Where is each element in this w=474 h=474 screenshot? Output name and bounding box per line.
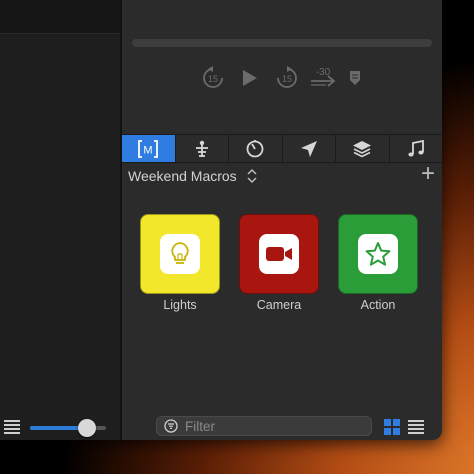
jump-arrow-icon: -30 bbox=[311, 67, 336, 87]
macro-label: Camera bbox=[256, 298, 302, 312]
svg-text:15: 15 bbox=[208, 74, 218, 84]
tab-macros[interactable]: M bbox=[122, 135, 176, 162]
marker-button[interactable] bbox=[344, 60, 366, 96]
music-note-icon bbox=[408, 139, 424, 156]
grid-view-button[interactable] bbox=[384, 419, 400, 435]
jump-back-button[interactable]: -30 bbox=[308, 60, 338, 96]
skip-back-icon: 15 bbox=[203, 66, 223, 88]
macro-tile-lights[interactable] bbox=[140, 214, 220, 294]
macro-label: Action bbox=[360, 298, 396, 312]
layers-icon bbox=[353, 140, 372, 157]
timer-icon bbox=[246, 139, 264, 157]
tab-timer[interactable] bbox=[229, 135, 283, 162]
play-button[interactable] bbox=[236, 60, 262, 96]
macro-label: Lights bbox=[163, 298, 197, 312]
tab-broadcast[interactable] bbox=[176, 135, 229, 162]
list-menu-button[interactable] bbox=[4, 420, 20, 434]
macro-item-camera[interactable]: Camera bbox=[239, 214, 319, 312]
macro-collection-title[interactable]: Weekend Macros bbox=[128, 168, 237, 184]
add-macro-button[interactable]: + bbox=[418, 162, 438, 186]
star-icon bbox=[358, 234, 398, 274]
filter-field[interactable] bbox=[156, 416, 372, 436]
filter-icon bbox=[164, 419, 178, 433]
tab-bar: M bbox=[122, 135, 442, 163]
svg-text:M: M bbox=[144, 144, 153, 156]
tab-music[interactable] bbox=[390, 135, 443, 162]
macro-item-lights[interactable]: Lights bbox=[140, 214, 220, 312]
left-pane bbox=[0, 0, 120, 440]
macro-item-action[interactable]: Action bbox=[338, 214, 418, 312]
volume-slider-knob[interactable] bbox=[78, 419, 96, 437]
filter-input[interactable] bbox=[185, 418, 365, 434]
video-camera-icon bbox=[259, 234, 299, 274]
lightbulb-icon bbox=[160, 234, 200, 274]
broadcast-tower-icon bbox=[195, 140, 208, 157]
app-window: 15 15 -30 M Weekend Macros + Lights Came… bbox=[0, 0, 442, 440]
skip-back-button[interactable]: 15 bbox=[198, 60, 228, 96]
left-bottom-bar bbox=[0, 412, 120, 440]
macro-bracket-icon: M bbox=[138, 139, 159, 158]
updown-chevron-icon[interactable] bbox=[246, 167, 258, 185]
macro-tile-action[interactable] bbox=[338, 214, 418, 294]
skip-forward-icon: 15 bbox=[277, 66, 297, 88]
skip-forward-button[interactable]: 15 bbox=[272, 60, 302, 96]
location-arrow-icon bbox=[300, 140, 317, 157]
macro-tile-camera[interactable] bbox=[239, 214, 319, 294]
bottom-toolbar bbox=[122, 412, 442, 440]
left-toolbar bbox=[0, 0, 120, 34]
macro-collection-header: Weekend Macros + bbox=[128, 162, 438, 188]
play-icon bbox=[243, 70, 257, 86]
svg-text:15: 15 bbox=[282, 74, 292, 84]
shield-marker-icon bbox=[350, 71, 360, 85]
playback-progress-bar[interactable] bbox=[132, 39, 432, 47]
list-view-button[interactable] bbox=[408, 420, 424, 434]
transport-controls: 15 15 -30 bbox=[122, 60, 442, 100]
tab-layers[interactable] bbox=[336, 135, 390, 162]
volume-slider[interactable] bbox=[30, 419, 106, 437]
tab-location[interactable] bbox=[283, 135, 336, 162]
right-pane: 15 15 -30 M Weekend Macros + Lights Came… bbox=[122, 0, 442, 440]
